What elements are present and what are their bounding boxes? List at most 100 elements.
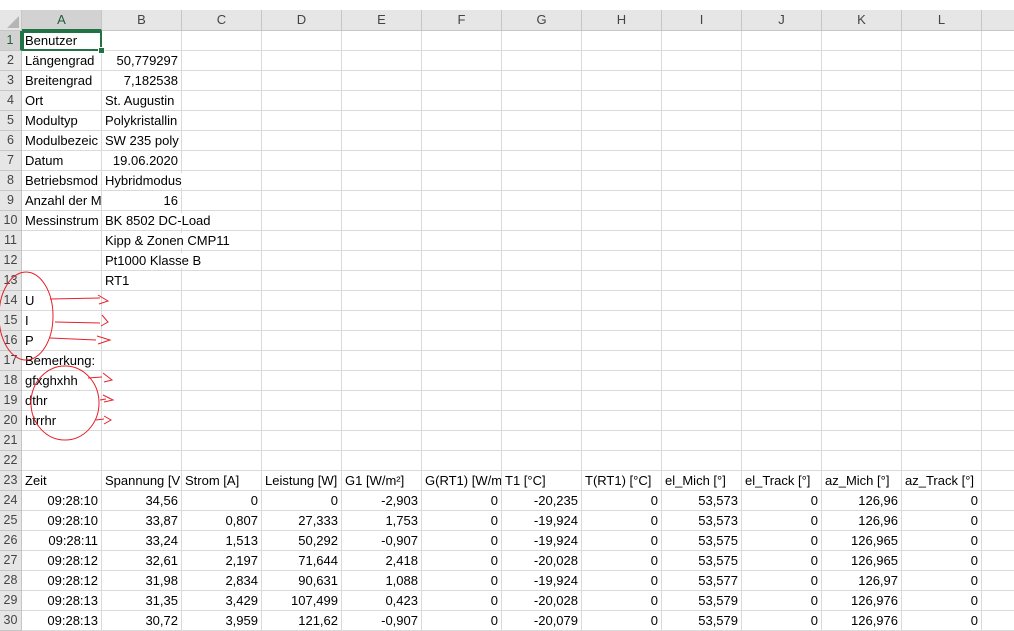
cell-C8[interactable] — [182, 171, 262, 191]
cell-K28[interactable]: 126,97 — [822, 571, 902, 591]
cell-L5[interactable] — [902, 111, 982, 131]
cell-D16[interactable] — [262, 331, 342, 351]
column-header-C[interactable]: C — [182, 10, 262, 31]
cell-M28[interactable] — [982, 571, 1014, 591]
cell-E30[interactable]: -0,907 — [342, 611, 422, 631]
cell-D1[interactable] — [262, 31, 342, 51]
cell-L12[interactable] — [902, 251, 982, 271]
cell-F8[interactable] — [422, 171, 502, 191]
cell-F3[interactable] — [422, 71, 502, 91]
cell-E20[interactable] — [342, 411, 422, 431]
cell-D26[interactable]: 50,292 — [262, 531, 342, 551]
cell-H11[interactable] — [582, 231, 662, 251]
cell-M16[interactable] — [982, 331, 1014, 351]
cell-K14[interactable] — [822, 291, 902, 311]
cell-G10[interactable] — [502, 211, 582, 231]
cell-H29[interactable]: 0 — [582, 591, 662, 611]
cell-A11[interactable] — [22, 231, 102, 251]
cell-I13[interactable] — [662, 271, 742, 291]
cell-D13[interactable] — [262, 271, 342, 291]
cell-D17[interactable] — [262, 351, 342, 371]
cell-G21[interactable] — [502, 431, 582, 451]
cell-I22[interactable] — [662, 451, 742, 471]
cell-K26[interactable]: 126,965 — [822, 531, 902, 551]
row-header-6[interactable]: 6 — [0, 131, 22, 151]
cell-C13[interactable] — [182, 271, 262, 291]
cell-H18[interactable] — [582, 371, 662, 391]
cell-K6[interactable] — [822, 131, 902, 151]
cell-H15[interactable] — [582, 311, 662, 331]
cell-M3[interactable] — [982, 71, 1014, 91]
cell-B24[interactable]: 34,56 — [102, 491, 182, 511]
cell-F25[interactable]: 0 — [422, 511, 502, 531]
cell-G8[interactable] — [502, 171, 582, 191]
cell-H14[interactable] — [582, 291, 662, 311]
cell-I21[interactable] — [662, 431, 742, 451]
cell-I3[interactable] — [662, 71, 742, 91]
cell-G27[interactable]: -20,028 — [502, 551, 582, 571]
cell-B28[interactable]: 31,98 — [102, 571, 182, 591]
cell-J2[interactable] — [742, 51, 822, 71]
cell-M22[interactable] — [982, 451, 1014, 471]
cell-F20[interactable] — [422, 411, 502, 431]
row-header-12[interactable]: 12 — [0, 251, 22, 271]
column-header-I[interactable]: I — [662, 10, 742, 31]
cell-E1[interactable] — [342, 31, 422, 51]
cell-L8[interactable] — [902, 171, 982, 191]
cell-K21[interactable] — [822, 431, 902, 451]
column-header-E[interactable]: E — [342, 10, 422, 31]
cell-B9[interactable]: 16 — [102, 191, 182, 211]
cell-E8[interactable] — [342, 171, 422, 191]
cell-C29[interactable]: 3,429 — [182, 591, 262, 611]
cell-J22[interactable] — [742, 451, 822, 471]
cell-F1[interactable] — [422, 31, 502, 51]
cell-B20[interactable] — [102, 411, 182, 431]
cell-E18[interactable] — [342, 371, 422, 391]
cell-B7[interactable]: 19.06.2020 — [102, 151, 182, 171]
cell-D15[interactable] — [262, 311, 342, 331]
cell-B8[interactable]: Hybridmodus — [102, 171, 183, 191]
row-header-10[interactable]: 10 — [0, 211, 22, 231]
cell-M12[interactable] — [982, 251, 1014, 271]
cell-M23[interactable] — [982, 471, 1014, 491]
cell-B14[interactable] — [102, 291, 182, 311]
cell-A10[interactable]: Messinstrum — [22, 211, 102, 231]
cell-E23[interactable]: G1 [W/m²] — [342, 471, 422, 491]
cell-J21[interactable] — [742, 431, 822, 451]
cell-H10[interactable] — [582, 211, 662, 231]
cell-M10[interactable] — [982, 211, 1014, 231]
cell-I24[interactable]: 53,573 — [662, 491, 742, 511]
cell-F27[interactable]: 0 — [422, 551, 502, 571]
cell-L1[interactable] — [902, 31, 982, 51]
cell-K1[interactable] — [822, 31, 902, 51]
cell-K11[interactable] — [822, 231, 902, 251]
row-header-20[interactable]: 20 — [0, 411, 22, 431]
cell-G11[interactable] — [502, 231, 582, 251]
cell-I18[interactable] — [662, 371, 742, 391]
cell-G3[interactable] — [502, 71, 582, 91]
cell-A25[interactable]: 09:28:10 — [22, 511, 102, 531]
cell-H17[interactable] — [582, 351, 662, 371]
cell-H25[interactable]: 0 — [582, 511, 662, 531]
cell-C23[interactable]: Strom [A] — [182, 471, 262, 491]
cell-A20[interactable]: htrrhr — [22, 411, 102, 431]
cell-H22[interactable] — [582, 451, 662, 471]
cell-I28[interactable]: 53,577 — [662, 571, 742, 591]
cell-D5[interactable] — [262, 111, 342, 131]
cell-E27[interactable]: 2,418 — [342, 551, 422, 571]
row-header-28[interactable]: 28 — [0, 571, 22, 591]
cell-I19[interactable] — [662, 391, 742, 411]
cell-D6[interactable] — [262, 131, 342, 151]
cell-F14[interactable] — [422, 291, 502, 311]
cell-D24[interactable]: 0 — [262, 491, 342, 511]
cell-I20[interactable] — [662, 411, 742, 431]
cell-L3[interactable] — [902, 71, 982, 91]
cell-F21[interactable] — [422, 431, 502, 451]
cell-D18[interactable] — [262, 371, 342, 391]
cell-A15[interactable]: I — [22, 311, 102, 331]
cell-E12[interactable] — [342, 251, 422, 271]
cell-B11[interactable]: Kipp & Zonen CMP11 — [102, 231, 231, 251]
cell-C17[interactable] — [182, 351, 262, 371]
cell-C22[interactable] — [182, 451, 262, 471]
cell-F12[interactable] — [422, 251, 502, 271]
